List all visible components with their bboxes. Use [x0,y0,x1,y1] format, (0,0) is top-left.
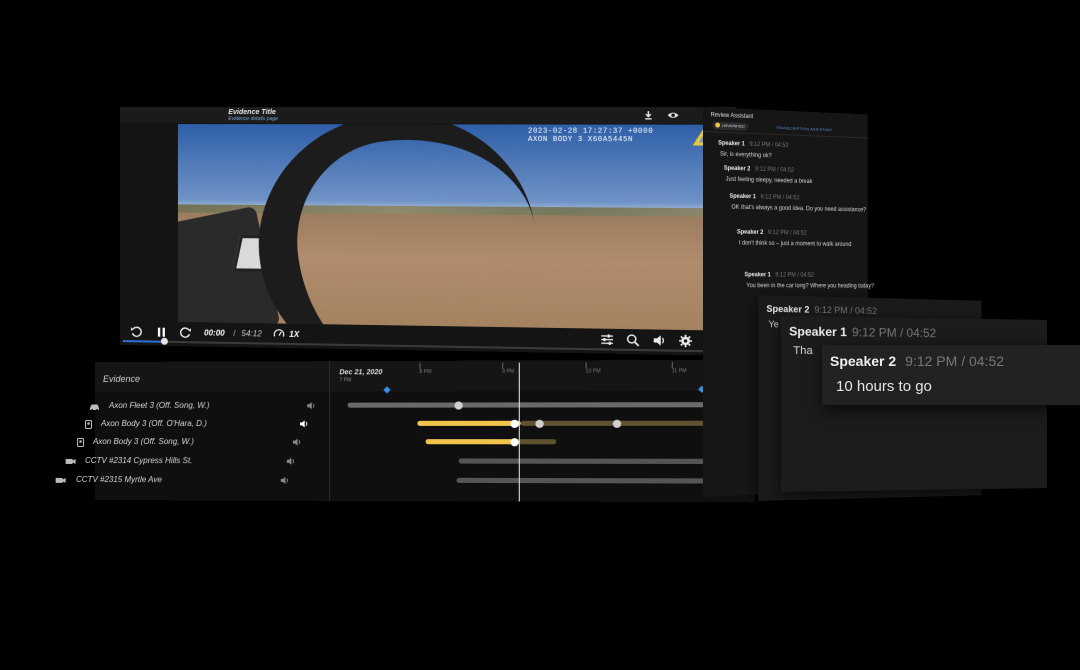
transcript-speaker: Speaker 1 9:12 PM / 04:52 [718,141,788,150]
track-point[interactable] [510,438,518,446]
evidence-timeline: Evidence Dec 21, 2020 7 PM 8 PM 9 PM 10 PM… [95,360,754,503]
volume-icon[interactable] [653,334,667,348]
bodycam-icon [75,438,86,447]
volume-icon[interactable] [280,476,289,484]
zoom-card: Speaker 2 9:12 PM / 04:52 10 hours to go [822,345,1080,405]
timeline-label: Evidence [103,374,140,384]
warning-icon [715,123,720,128]
volume-icon[interactable] [286,457,295,465]
track-point[interactable] [613,419,621,427]
transcript-speaker: Speaker 1 9:12 PM / 04:52 [744,272,813,278]
evidence-details-link[interactable]: Evidence details page [228,116,278,122]
tick-label: 8 PM [419,369,431,375]
timeline-date-hour: 7 PM [339,377,351,383]
card-speaker: Speaker 2 9:12 PM / 04:52 [766,304,877,317]
timeline-date: Dec 21, 2020 [339,369,382,376]
transcript-message[interactable]: Just feeling sleepy, needed a break [726,176,863,188]
car-icon [89,402,100,411]
track-point[interactable] [535,419,543,427]
badge-text: UNVERIFIED [722,123,745,129]
track-point[interactable] [454,401,462,409]
video-timestamp: 2023-02-28 17:27:37 +0000 AXON BODY 3 X6… [528,128,653,145]
volume-icon[interactable] [292,438,301,446]
unverified-badge: UNVERIFIED [712,121,748,130]
tab-divider [703,131,868,138]
evidence-title: Evidence Title [228,109,276,116]
transcript-message[interactable]: You been in the car long? Where you head… [746,282,881,290]
timestamp-line-1: 2023-02-28 17:27:37 +0000 [528,128,653,136]
evidence-track[interactable] [426,439,519,444]
speed-icon[interactable] [273,327,285,340]
evidence-row-label[interactable]: CCTV #2314 Cypress Hills St. [85,456,192,465]
evidence-row-label[interactable]: Axon Body 3 (Off. Song, W.) [93,437,194,446]
settings-icon[interactable] [679,334,693,348]
transcript-speaker: Speaker 2 9:12 PM / 04:52 [737,230,807,237]
current-time: 00:00 [204,328,225,337]
transcript-message[interactable]: Sir, is everything ok? [720,151,857,164]
evidence-track[interactable] [417,421,521,426]
eye-icon[interactable] [667,110,680,120]
evidence-row-label[interactable]: Axon Fleet 3 (Off. Song, W.) [109,401,210,410]
transcript-message[interactable]: I don't think so – just a moment to walk… [739,240,875,250]
camera-icon [65,457,76,466]
bodycam-icon [83,420,94,429]
tab-transcription-assistant[interactable]: TRANSCRIPTION ASSISTANT [776,125,833,132]
evidence-row-label[interactable]: Axon Body 3 (Off. O'Hara, D.) [101,419,207,428]
tick-label: 9 PM [502,369,514,375]
player-header: Evidence Title Evidence details page [120,107,736,124]
timeline-divider [329,361,330,501]
volume-icon[interactable] [307,402,316,410]
transcript-message[interactable]: OK that's always a good idea. Do you nee… [731,204,867,215]
tick-label: 10 PM [586,368,601,374]
adjust-icon[interactable] [600,333,614,347]
evidence-row-label[interactable]: CCTV #2315 Myrtle Ave [76,475,162,484]
panel-title: Review Assistant [711,112,754,120]
zoom-icon[interactable] [626,333,640,347]
evidence-track[interactable] [348,402,744,408]
total-time: 54:12 [241,329,261,338]
card-speaker: Speaker 1 9:12 PM / 04:52 [789,324,936,340]
timeline-header [95,360,754,392]
card-message: Ye [768,320,778,328]
video-frame[interactable]: 2023-02-28 17:27:37 +0000 AXON BODY 3 X6… [178,124,732,331]
card-speaker: Speaker 2 9:12 PM / 04:52 [830,353,1004,369]
track-point[interactable] [510,419,518,427]
progress-knob[interactable] [161,338,168,345]
card-message: 10 hours to go [836,379,932,395]
video-player: Evidence Title Evidence details page 202… [120,107,736,356]
rewind-icon[interactable] [130,325,143,338]
playback-speed[interactable]: 1X [289,330,299,339]
timestamp-line-2: AXON BODY 3 X60A5445N [528,136,653,145]
download-icon[interactable] [643,110,654,120]
time-separator: / [233,329,235,338]
pause-icon[interactable] [155,326,168,339]
timeline-playhead[interactable] [519,363,520,502]
transcript-speaker: Speaker 2 9:12 PM / 04:52 [724,166,794,174]
evidence-track[interactable] [519,439,557,444]
tick-label: 11 PM [672,368,687,374]
card-message: Tha [793,345,812,357]
camera-icon [55,476,66,485]
transcript-speaker: Speaker 1 9:12 PM / 04:52 [729,194,799,202]
forward-icon[interactable] [179,326,192,339]
volume-icon[interactable] [300,420,309,428]
video-door-frame [242,124,554,331]
